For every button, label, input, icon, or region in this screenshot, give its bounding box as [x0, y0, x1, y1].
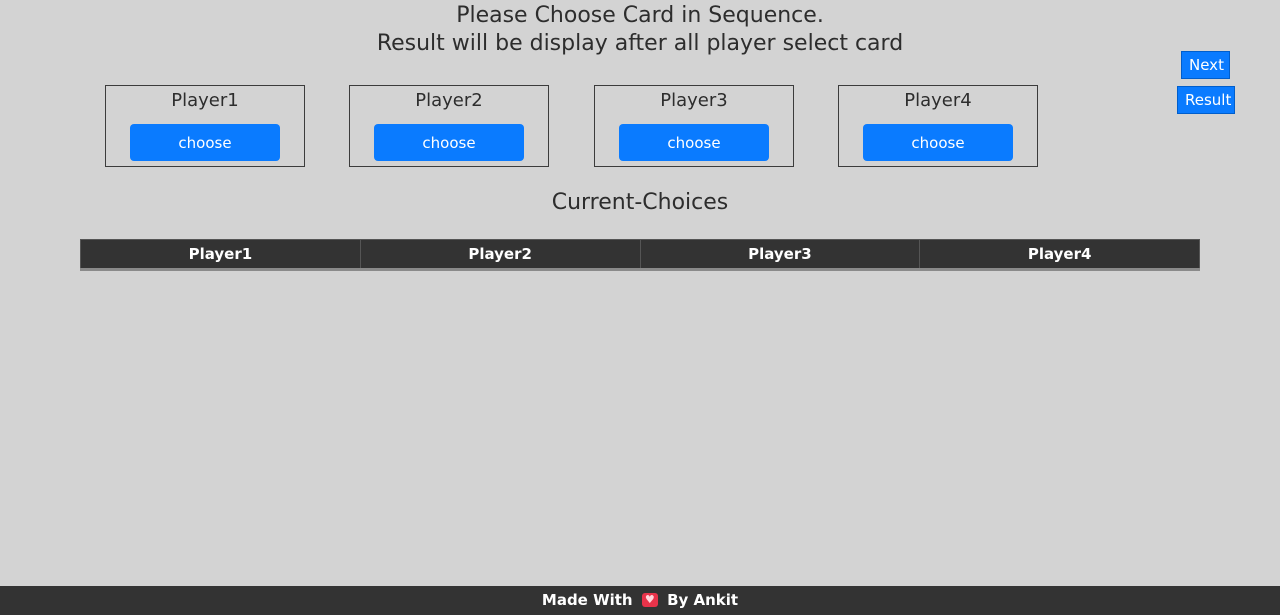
choose-button-player3[interactable]: choose	[619, 124, 769, 161]
footer-prefix: Made With	[541, 591, 633, 609]
instructions-heading: Please Choose Card in Sequence. Result w…	[0, 2, 1280, 58]
current-choices-table: Player1 Player2 Player3 Player4	[80, 239, 1200, 271]
player-card-4: Player4 choose	[838, 85, 1038, 167]
next-button[interactable]: Next	[1181, 51, 1230, 79]
player-name: Player4	[904, 90, 972, 111]
player-name: Player3	[660, 90, 728, 111]
column-header-player4: Player4	[919, 239, 1200, 271]
player-name: Player1	[171, 90, 239, 111]
choose-button-player2[interactable]: choose	[374, 124, 524, 161]
current-choices-title: Current-Choices	[551, 190, 729, 215]
column-header-player2: Player2	[359, 239, 641, 271]
result-button[interactable]: Result	[1177, 86, 1235, 114]
heart-icon	[641, 585, 658, 615]
player-card-3: Player3 choose	[594, 85, 794, 167]
footer-suffix: By Ankit	[667, 591, 739, 609]
table-header-row: Player1 Player2 Player3 Player4	[80, 239, 1200, 271]
instructions-line-2: Result will be display after all player …	[376, 31, 904, 56]
player-card-1: Player1 choose	[105, 85, 305, 167]
column-header-player1: Player1	[80, 239, 361, 271]
instructions-line-1: Please Choose Card in Sequence.	[456, 3, 824, 28]
choose-button-player4[interactable]: choose	[863, 124, 1013, 161]
footer: Made With By Ankit	[0, 585, 1280, 615]
player-name: Player2	[415, 90, 483, 111]
column-header-player3: Player3	[639, 239, 921, 271]
player-card-2: Player2 choose	[349, 85, 549, 167]
page: Please Choose Card in Sequence. Result w…	[0, 0, 1280, 615]
choose-button-player1[interactable]: choose	[130, 124, 280, 161]
